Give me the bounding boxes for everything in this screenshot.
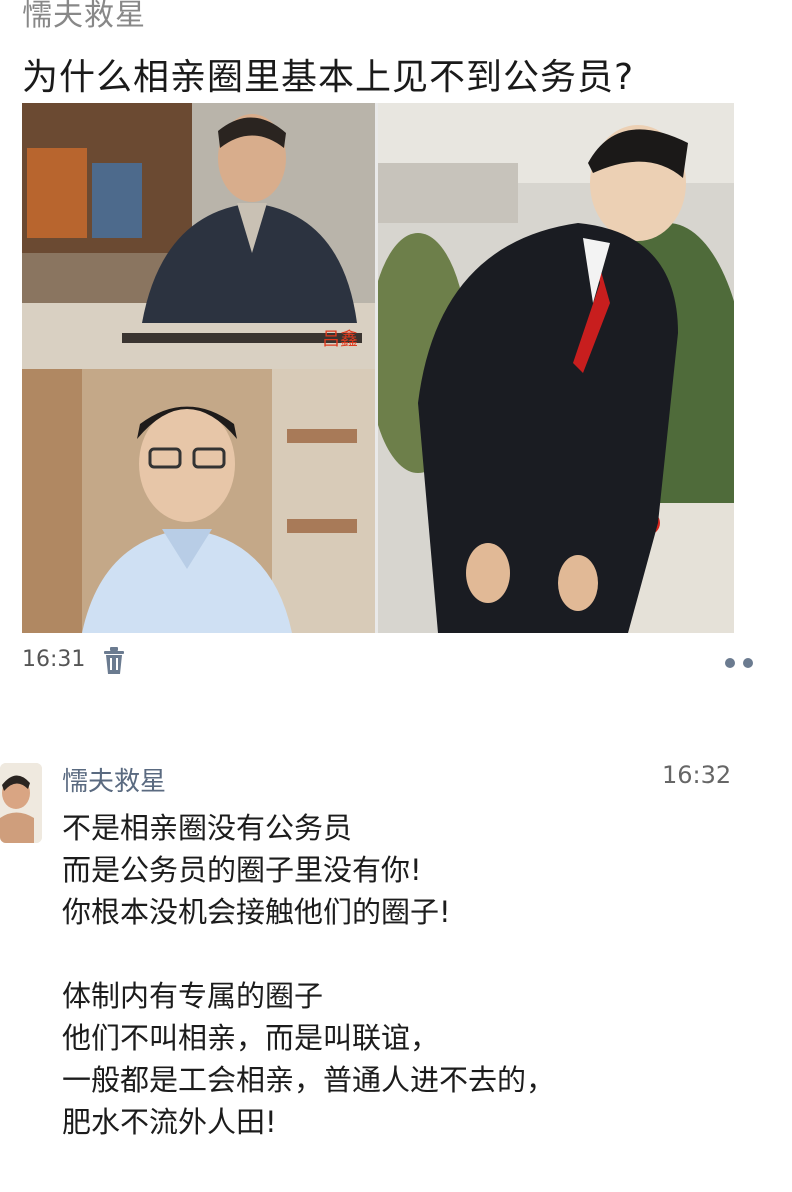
post-author[interactable]: 懦夫救星 bbox=[22, 0, 146, 34]
post-time: 16:31 bbox=[22, 647, 86, 672]
photo-caption: 吕鑫 bbox=[322, 329, 358, 350]
post-photo-grid: 吕鑫 bbox=[22, 103, 734, 633]
comment-line: 体制内有专属的圈子 bbox=[62, 979, 324, 1013]
post-title: 为什么相亲圈里基本上见不到公务员? bbox=[22, 57, 635, 98]
comment-item: 懦夫救星 16:32 不是相亲圈没有公务员 而是公务员的圈子里没有你! 你根本没… bbox=[0, 755, 792, 1192]
avatar[interactable] bbox=[0, 763, 42, 843]
comment-line: 一般都是工会相亲，普通人进不去的， bbox=[62, 1063, 556, 1097]
post-photo-glasses-man[interactable] bbox=[22, 369, 375, 633]
comment-line: 肥水不流外人田! bbox=[62, 1105, 277, 1139]
post-photo-suit-man[interactable] bbox=[378, 103, 734, 633]
comment-line: 而是公务员的圈子里没有你! bbox=[62, 853, 422, 887]
comment-author[interactable]: 懦夫救星 bbox=[62, 761, 166, 798]
post-meta-row: 16:31 bbox=[22, 645, 762, 681]
comment-time: 16:32 bbox=[662, 761, 732, 789]
trash-icon[interactable] bbox=[102, 647, 126, 675]
comment-line: 不是相亲圈没有公务员 bbox=[62, 811, 353, 845]
comment-body: 不是相亲圈没有公务员 而是公务员的圈子里没有你! 你根本没机会接触他们的圈子! … bbox=[62, 807, 762, 1143]
comment-line: 他们不叫相亲，而是叫联谊， bbox=[62, 1021, 440, 1055]
post-photo-office-man[interactable]: 吕鑫 bbox=[22, 103, 375, 369]
more-dots-icon[interactable] bbox=[722, 655, 756, 671]
comment-line: 你根本没机会接触他们的圈子! bbox=[62, 895, 451, 929]
